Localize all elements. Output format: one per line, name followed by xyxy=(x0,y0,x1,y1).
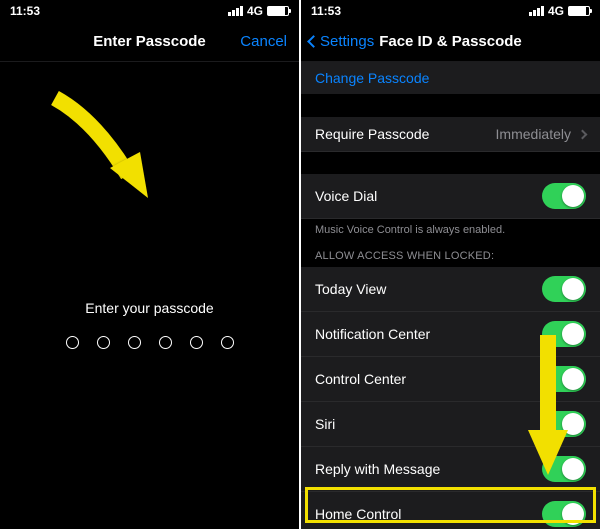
voice-dial-toggle[interactable] xyxy=(542,183,586,209)
chevron-right-icon xyxy=(578,129,588,139)
navbar: Settings Face ID & Passcode xyxy=(301,22,600,62)
nav-title: Enter Passcode xyxy=(93,33,206,50)
row-label: Home Control xyxy=(315,506,401,522)
battery-icon xyxy=(267,6,289,16)
status-bar: 11:53 4G xyxy=(301,0,600,22)
notification-center-toggle[interactable] xyxy=(542,321,586,347)
passcode-entry: Enter your passcode xyxy=(0,62,299,529)
control-center-toggle[interactable] xyxy=(542,366,586,392)
settings-scroll[interactable]: Change Passcode Require Passcode Immedia… xyxy=(301,62,600,529)
row-label: Voice Dial xyxy=(315,188,377,204)
passcode-prompt: Enter your passcode xyxy=(85,300,213,316)
back-button[interactable]: Settings xyxy=(309,22,374,61)
status-bar: 11:53 4G xyxy=(0,0,299,22)
row-label: Notification Center xyxy=(315,326,430,342)
network-label: 4G xyxy=(247,4,263,18)
cancel-button[interactable]: Cancel xyxy=(240,22,287,61)
status-time: 11:53 xyxy=(311,4,341,18)
voice-dial-row: Voice Dial xyxy=(301,174,600,219)
status-time: 11:53 xyxy=(10,4,40,18)
voice-dial-footer: Music Voice Control is always enabled. xyxy=(301,219,600,244)
row-label: Require Passcode xyxy=(315,126,429,142)
notification-center-row: Notification Center xyxy=(301,312,600,357)
today-view-toggle[interactable] xyxy=(542,276,586,302)
siri-toggle[interactable] xyxy=(542,411,586,437)
row-value: Immediately xyxy=(496,126,571,142)
allow-access-header: ALLOW ACCESS WHEN LOCKED: xyxy=(301,244,600,267)
reply-with-message-row: Reply with Message xyxy=(301,447,600,492)
nav-title: Face ID & Passcode xyxy=(379,33,522,50)
siri-row: Siri xyxy=(301,402,600,447)
back-label: Settings xyxy=(320,33,374,50)
signal-bars-icon xyxy=(529,6,544,16)
battery-icon xyxy=(568,6,590,16)
row-label: Control Center xyxy=(315,371,406,387)
today-view-row: Today View xyxy=(301,267,600,312)
control-center-row: Control Center xyxy=(301,357,600,402)
home-control-row: Home Control xyxy=(301,492,600,529)
reply-with-message-toggle[interactable] xyxy=(542,456,586,482)
network-label: 4G xyxy=(548,4,564,18)
chevron-left-icon xyxy=(307,35,320,48)
passcode-dots[interactable] xyxy=(66,336,234,349)
signal-bars-icon xyxy=(228,6,243,16)
phone-right-settings: 11:53 4G Settings Face ID & Passcode Cha… xyxy=(299,0,600,529)
change-passcode-link[interactable]: Change Passcode xyxy=(301,62,600,95)
row-label: Reply with Message xyxy=(315,461,440,477)
row-label: Siri xyxy=(315,416,335,432)
phone-left-enter-passcode: 11:53 4G Enter Passcode Cancel Enter you… xyxy=(0,0,299,529)
require-passcode-row[interactable]: Require Passcode Immediately xyxy=(301,117,600,152)
row-label: Today View xyxy=(315,281,386,297)
home-control-toggle[interactable] xyxy=(542,501,586,527)
navbar: Enter Passcode Cancel xyxy=(0,22,299,62)
